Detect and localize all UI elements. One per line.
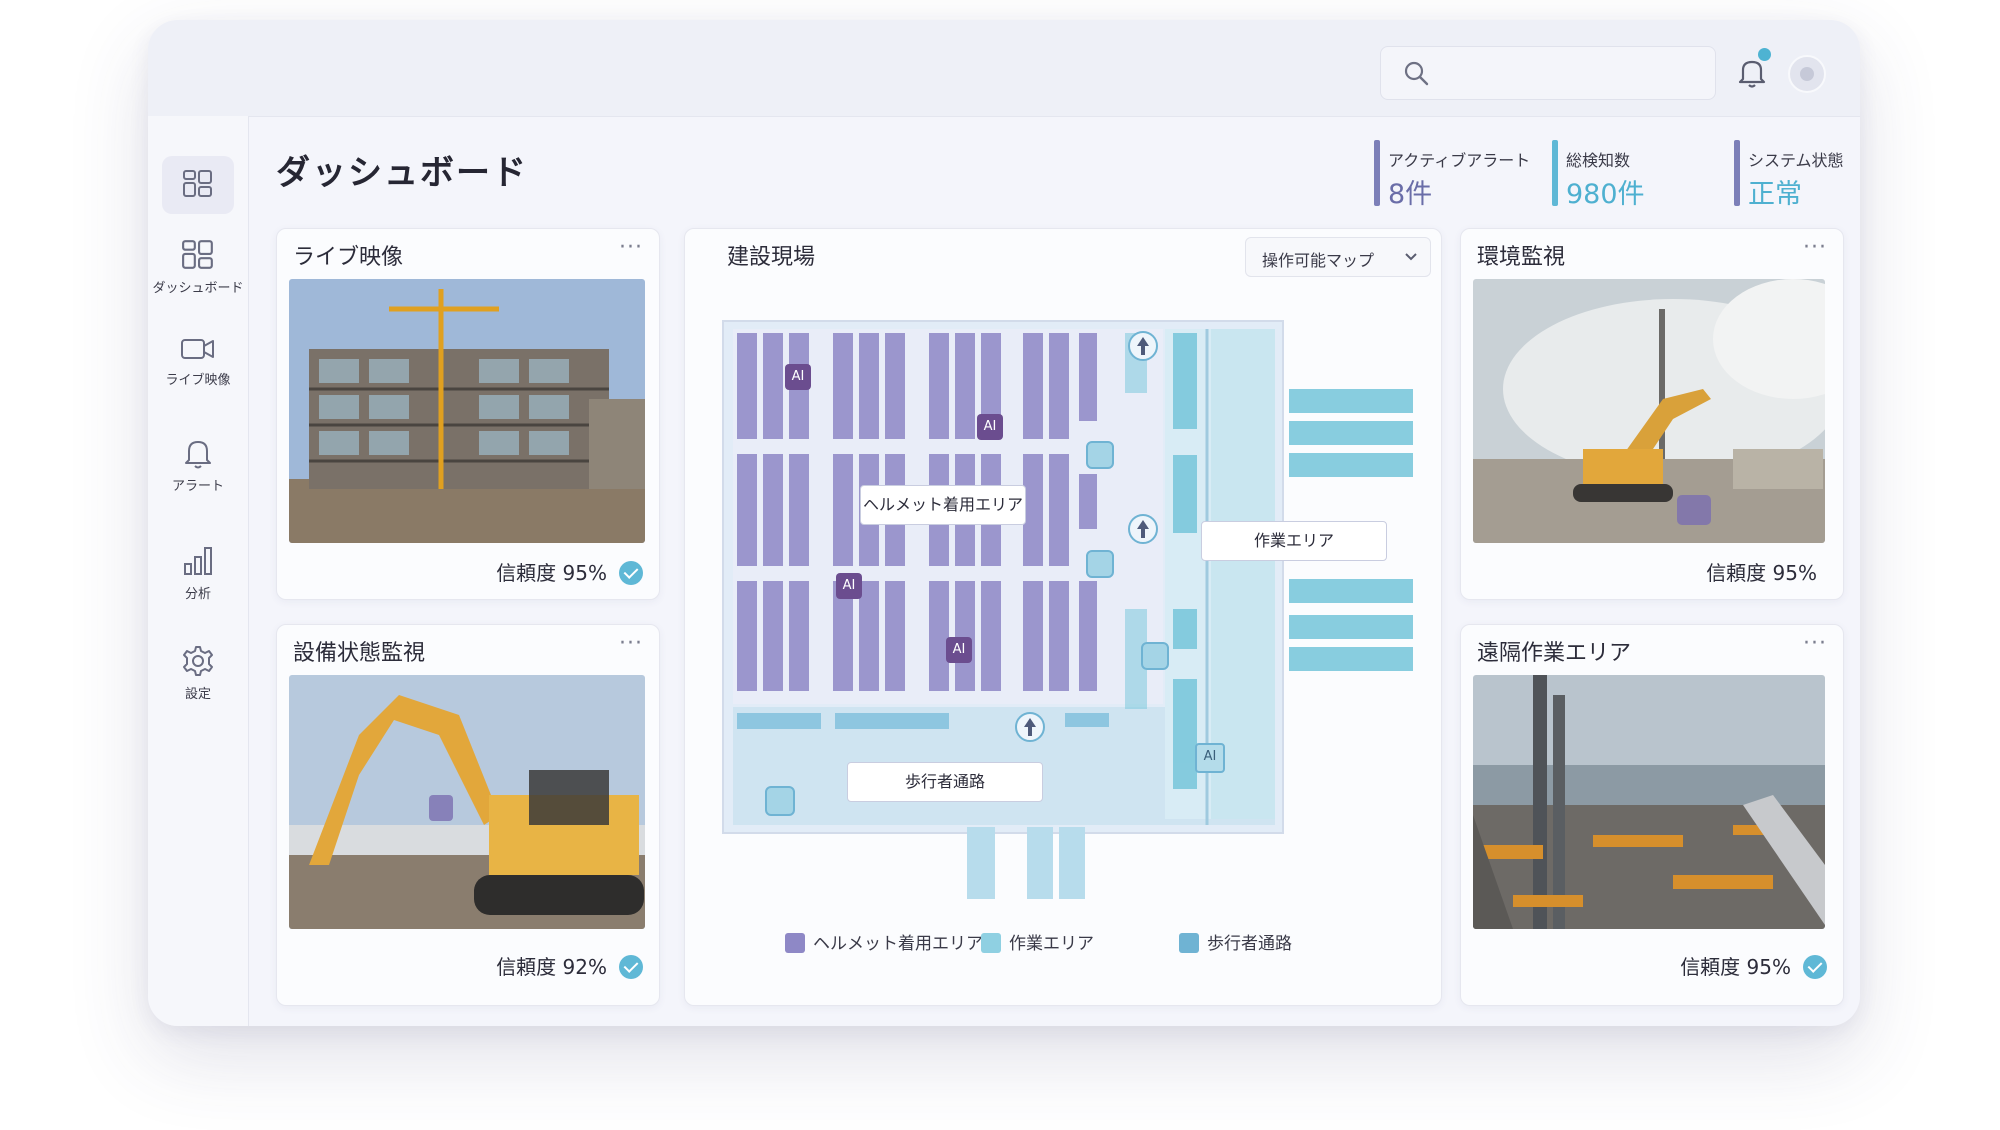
card-title: ライブ映像 [293,245,404,270]
sidebar: ダッシュボード ライブ映像 アラート 分析 設定 [148,116,249,1026]
sidebar-item-live-video[interactable]: ライブ映像 [148,334,248,388]
confidence-label: 信頼度 [1706,561,1767,585]
video-camera-icon [181,339,214,359]
notification-dot [1758,48,1771,61]
stat-label: アクティブアラート [1388,151,1531,170]
card-title: 遠隔作業エリア [1477,641,1632,666]
stat-bar [1374,140,1380,206]
search-input[interactable] [1380,46,1716,100]
legend-helmet: ヘルメット着用エリア [785,929,983,954]
confidence-label: 信頼度 [496,955,557,979]
sidebar-item-label: アラート [171,479,224,494]
home-grid-icon[interactable] [182,168,214,200]
confidence-value: 92% [562,955,607,979]
legend-swatch [785,933,805,953]
stat-value: 8件 [1388,179,1433,210]
ai-detection-badge[interactable]: AI [946,637,972,663]
stat-active-alerts: アクティブアラート 8件 [1374,140,1544,210]
card-live-video: ライブ映像 ··· 信頼度 95% [276,228,660,600]
stat-bar [1552,140,1558,206]
confidence-label: 信頼度 [496,561,557,585]
confidence-label: 信頼度 [1680,955,1741,979]
excavator-image [289,675,645,929]
sidebar-item-dashboard[interactable]: ダッシュボード [148,238,248,296]
legend-label: ヘルメット着用エリア [813,934,983,954]
confidence-indicator: 信頼度 95% [496,557,643,586]
more-icon[interactable]: ··· [1803,235,1827,260]
confidence-value: 95% [1772,561,1817,585]
bar-chart-icon [184,547,212,575]
zone-label-walkway[interactable]: 歩行者通路 [847,762,1043,802]
sidebar-item-label: 設定 [184,687,211,702]
sidebar-item-analytics[interactable]: 分析 [148,544,248,602]
sidebar-item-label: ライブ映像 [165,373,231,388]
remote-video-feed[interactable] [1473,675,1825,929]
stat-value: 正常 [1748,179,1802,210]
gear-icon [183,646,213,676]
sidebar-item-settings[interactable]: 設定 [148,644,248,702]
stat-system-status: システム状態 正常 [1734,140,1854,210]
check-icon [619,561,643,585]
steel-site-image [1473,675,1825,929]
sidebar-item-label: ダッシュボード [152,281,244,296]
legend-work: 作業エリア [981,929,1094,954]
check-icon [1803,955,1827,979]
live-video-feed[interactable] [289,279,645,543]
legend-swatch [1179,933,1199,953]
card-remote-work: 遠隔作業エリア ··· 信頼度 95% [1460,624,1844,1006]
site-floor-plan[interactable] [685,229,1441,1005]
zone-label-work[interactable]: 作業エリア [1201,521,1387,561]
ai-detection-badge[interactable]: AI [1195,743,1225,773]
stat-label: 総検知数 [1566,151,1631,170]
stat-bar [1734,140,1740,206]
more-icon[interactable]: ··· [619,235,643,260]
ai-detection-badge[interactable]: AI [785,364,811,390]
confidence-value: 95% [562,561,607,585]
dust-excavator-image [1473,279,1825,543]
legend-walkway: 歩行者通路 [1179,929,1292,954]
card-title: 環境監視 [1477,245,1566,270]
stat-total-detections: 総検知数 980件 [1552,140,1702,210]
stat-value: 980件 [1566,179,1645,210]
more-icon[interactable]: ··· [619,631,643,656]
equipment-video-feed[interactable] [289,675,645,929]
confidence-indicator: 信頼度 95% [1706,557,1817,586]
avatar[interactable] [1788,55,1826,93]
environment-video-feed[interactable] [1473,279,1825,543]
card-site-map: 建設現場 操作可能マップ AI AI AI AI AI ヘルメット着用エリア 作… [684,228,1442,1006]
alert-bell-icon [185,441,211,469]
check-icon [619,955,643,979]
card-title: 設備状態監視 [293,641,426,666]
sidebar-item-label: 分析 [184,587,211,602]
stat-label: システム状態 [1748,151,1844,170]
search-icon [1404,61,1429,86]
card-equipment-status: 設備状態監視 ··· 信頼度 92% [276,624,660,1006]
building-under-construction-image [289,279,645,543]
card-environment: 環境監視 ··· 信頼度 95% [1460,228,1844,600]
page-title: ダッシュボード [276,153,528,193]
ai-detection-badge[interactable]: AI [977,414,1003,440]
more-icon[interactable]: ··· [1803,631,1827,656]
zone-label-helmet[interactable]: ヘルメット着用エリア [860,485,1026,525]
dashboard-icon [182,240,213,269]
confidence-value: 95% [1746,955,1791,979]
top-bar [148,20,1860,117]
app-window: ダッシュボード ライブ映像 アラート 分析 設定 ダッシュボード アクティブアラ… [148,20,1860,1026]
ai-detection-badge[interactable]: AI [836,573,862,599]
sidebar-item-alerts[interactable]: アラート [148,436,248,494]
confidence-indicator: 信頼度 92% [496,951,643,980]
legend-label: 歩行者通路 [1207,934,1292,954]
legend-swatch [981,933,1001,953]
confidence-indicator: 信頼度 95% [1680,951,1827,980]
legend-label: 作業エリア [1009,934,1094,954]
